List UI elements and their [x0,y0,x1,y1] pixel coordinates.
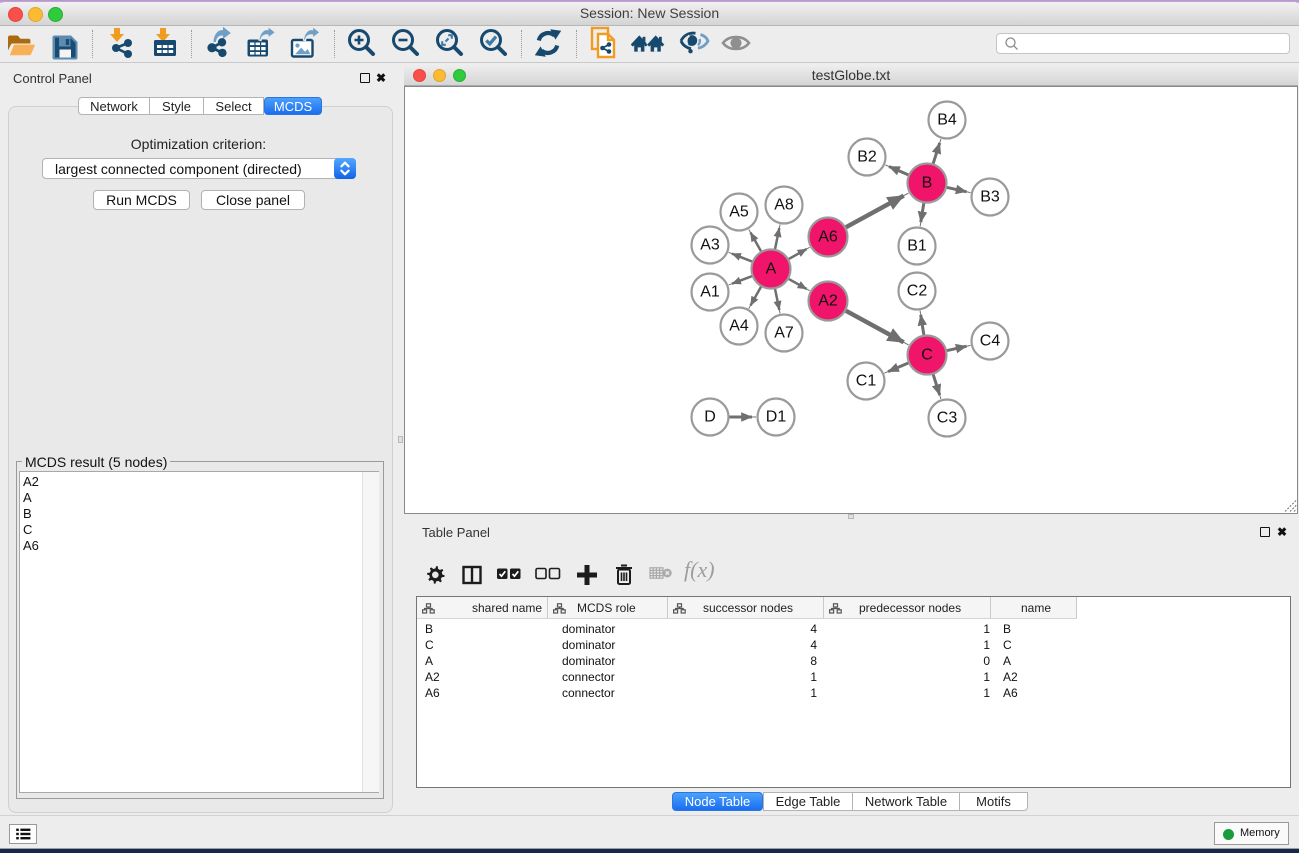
svg-text:A1: A1 [700,284,720,301]
svg-text:C4: C4 [980,333,1001,350]
svg-text:B: B [922,175,933,192]
svg-text:C2: C2 [907,283,928,300]
svg-text:B3: B3 [980,189,1000,206]
svg-text:A: A [766,261,777,278]
svg-text:C: C [921,347,933,364]
svg-text:A8: A8 [774,197,794,214]
svg-text:A6: A6 [818,229,838,246]
svg-text:D1: D1 [766,409,787,426]
svg-text:A4: A4 [729,318,749,335]
svg-text:C1: C1 [856,373,877,390]
svg-text:A3: A3 [700,237,720,254]
svg-text:B2: B2 [857,149,877,166]
svg-text:D: D [704,409,716,426]
svg-text:A7: A7 [774,325,794,342]
svg-text:A5: A5 [729,204,749,221]
svg-text:B1: B1 [907,238,927,255]
svg-text:A2: A2 [818,293,838,310]
svg-text:B4: B4 [937,112,957,129]
svg-text:C3: C3 [937,410,958,427]
